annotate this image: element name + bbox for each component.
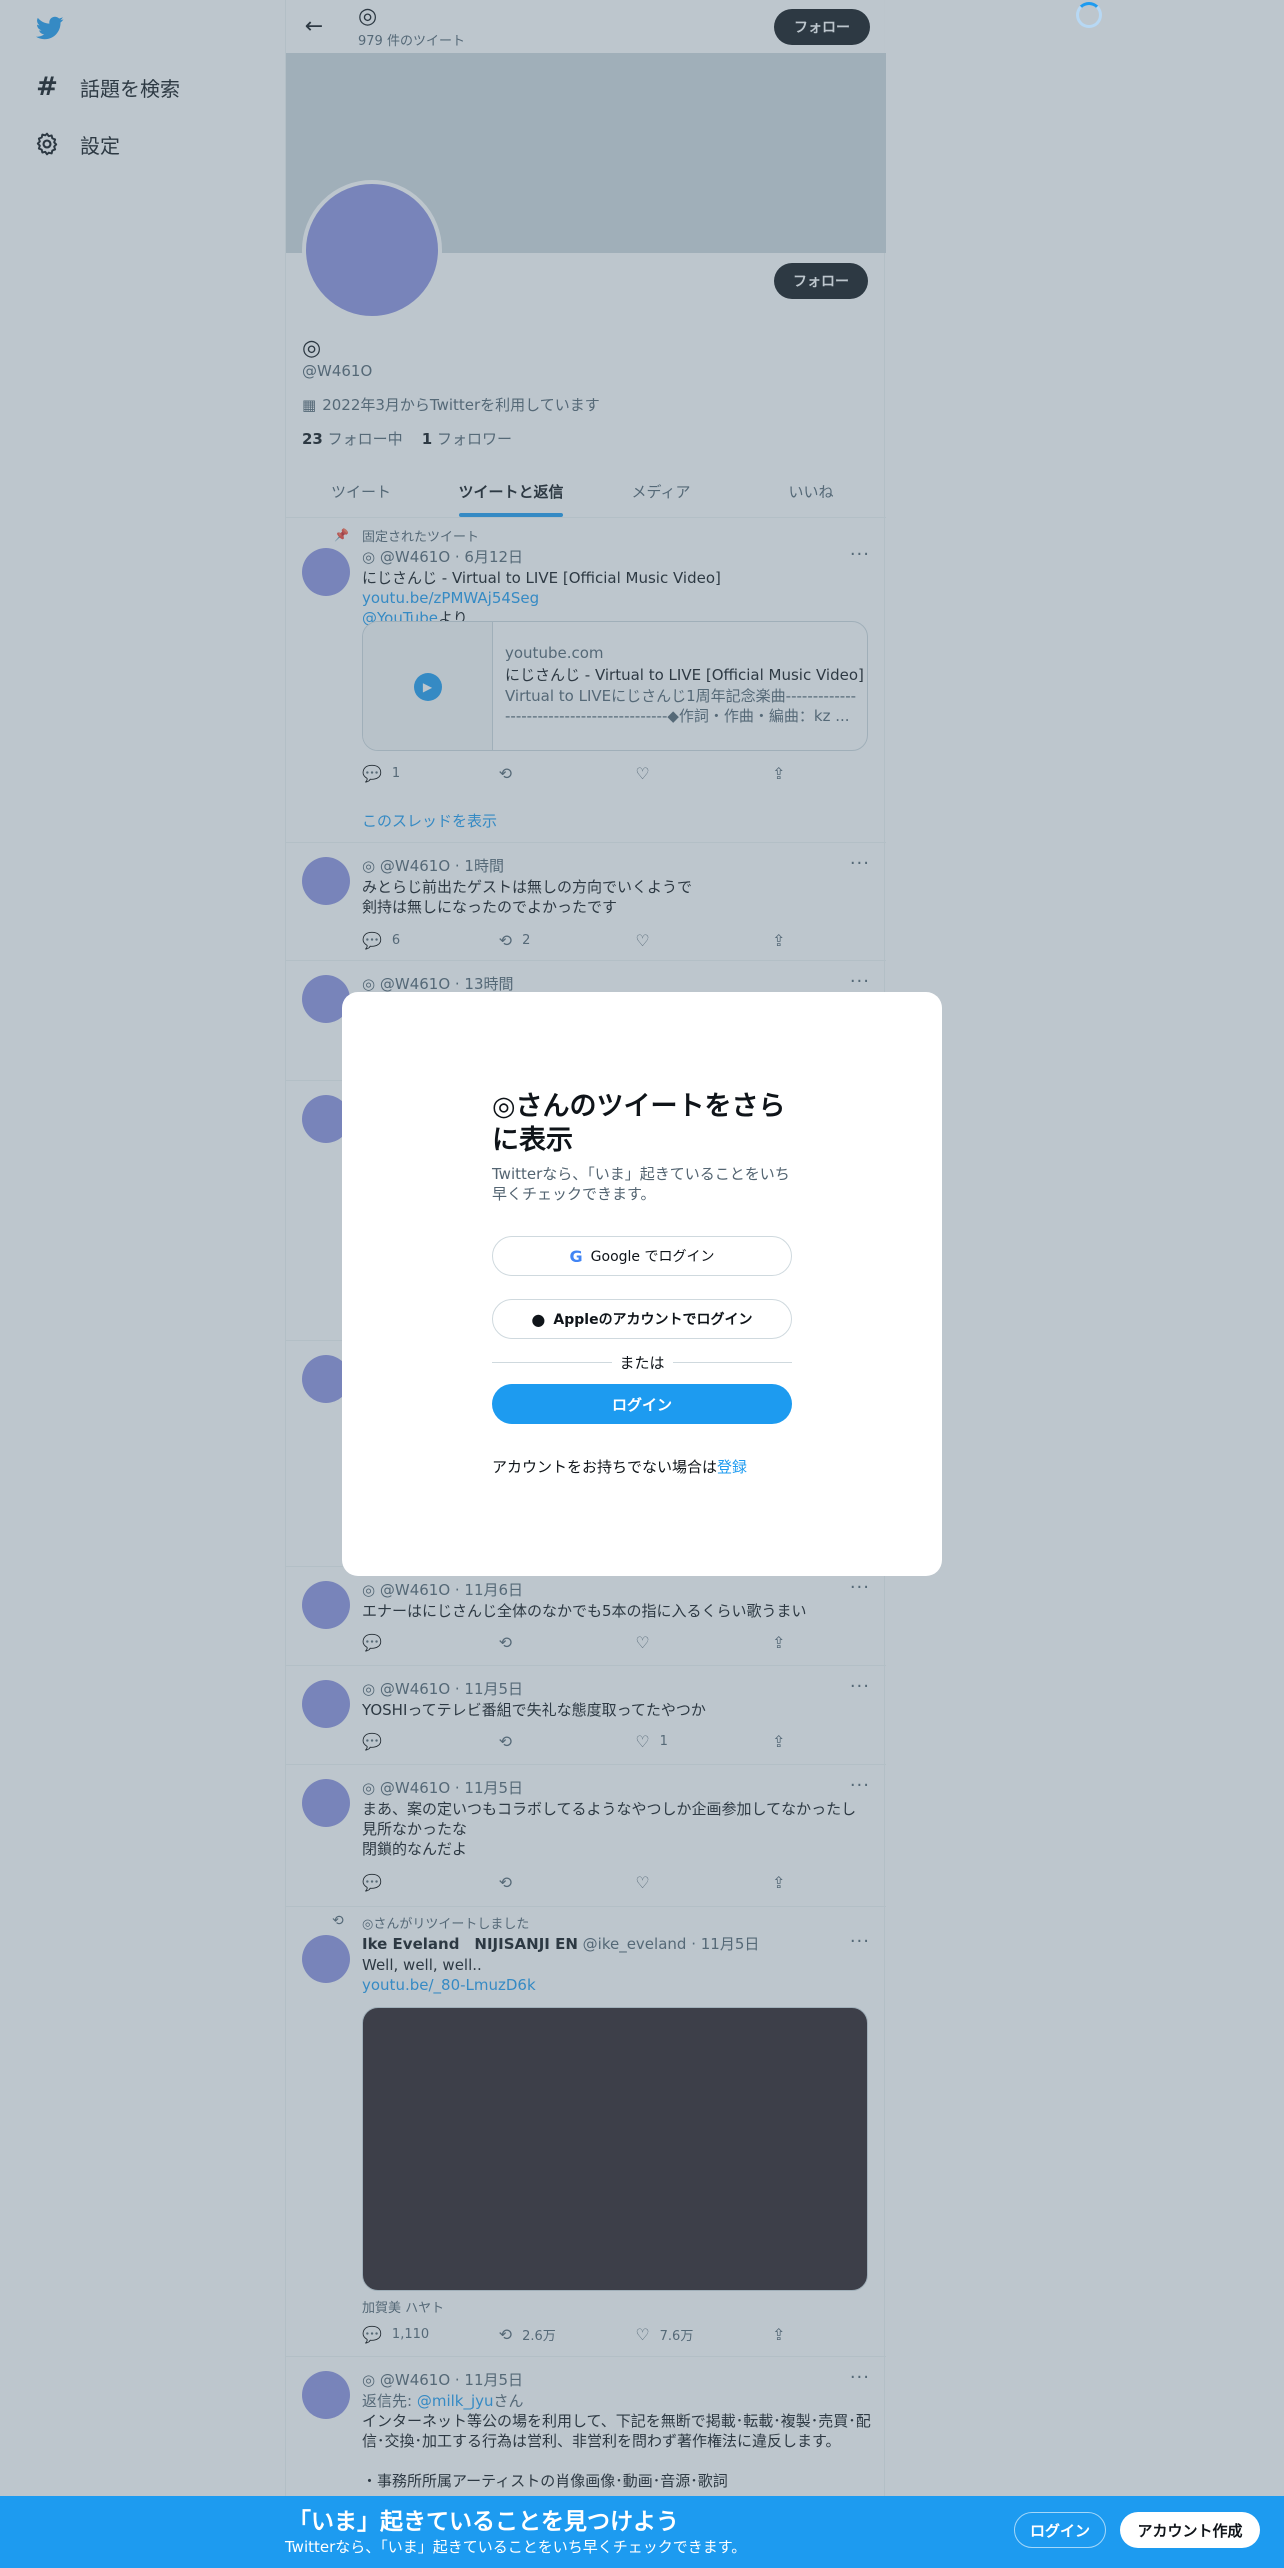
bottombar-signup-button[interactable]: アカウント作成 — [1120, 2512, 1260, 2548]
signup-prompt-text: アカウントをお持ちでない場合は — [492, 1458, 718, 1476]
signup-prompt: アカウントをお持ちでない場合は登録 — [492, 1456, 747, 1477]
signup-link[interactable]: 登録 — [717, 1458, 747, 1476]
apple-login-label: Appleのアカウントでログイン — [553, 1312, 753, 1328]
apple-icon: ● — [531, 1309, 546, 1329]
divider-line — [672, 1362, 793, 1363]
or-label: または — [619, 1354, 665, 1372]
google-login-label: Google でログイン — [590, 1249, 715, 1265]
or-divider: または — [492, 1352, 793, 1373]
bottom-signup-bar: 「いま」起きていることを見つけよう Twitterなら、「いま」起きていることを… — [0, 2496, 1284, 2568]
login-button[interactable]: ログイン — [492, 1384, 792, 1424]
bottombar-subtitle: Twitterなら、「いま」起きていることをいち早くチェックできます。 — [285, 2538, 747, 2556]
bottombar-title: 「いま」起きていることを見つけよう — [288, 2509, 679, 2535]
login-prompt-modal: ◎さんのツイートをさらに表示 Twitterなら、「いま」起きていることをいち早… — [342, 992, 942, 1576]
modal-title: ◎さんのツイートをさらに表示 — [492, 1091, 786, 1156]
apple-login-button[interactable]: ● Appleのアカウントでログイン — [492, 1299, 792, 1339]
bottombar-login-button[interactable]: ログイン — [1014, 2512, 1106, 2548]
loading-spinner-icon — [1076, 2, 1102, 28]
google-login-button[interactable]: G Google でログイン — [492, 1236, 792, 1276]
google-icon: G — [569, 1246, 583, 1266]
modal-subtitle: Twitterなら、「いま」起きていることをいち早くチェックできます。 — [492, 1165, 790, 1203]
divider-line — [492, 1362, 612, 1363]
